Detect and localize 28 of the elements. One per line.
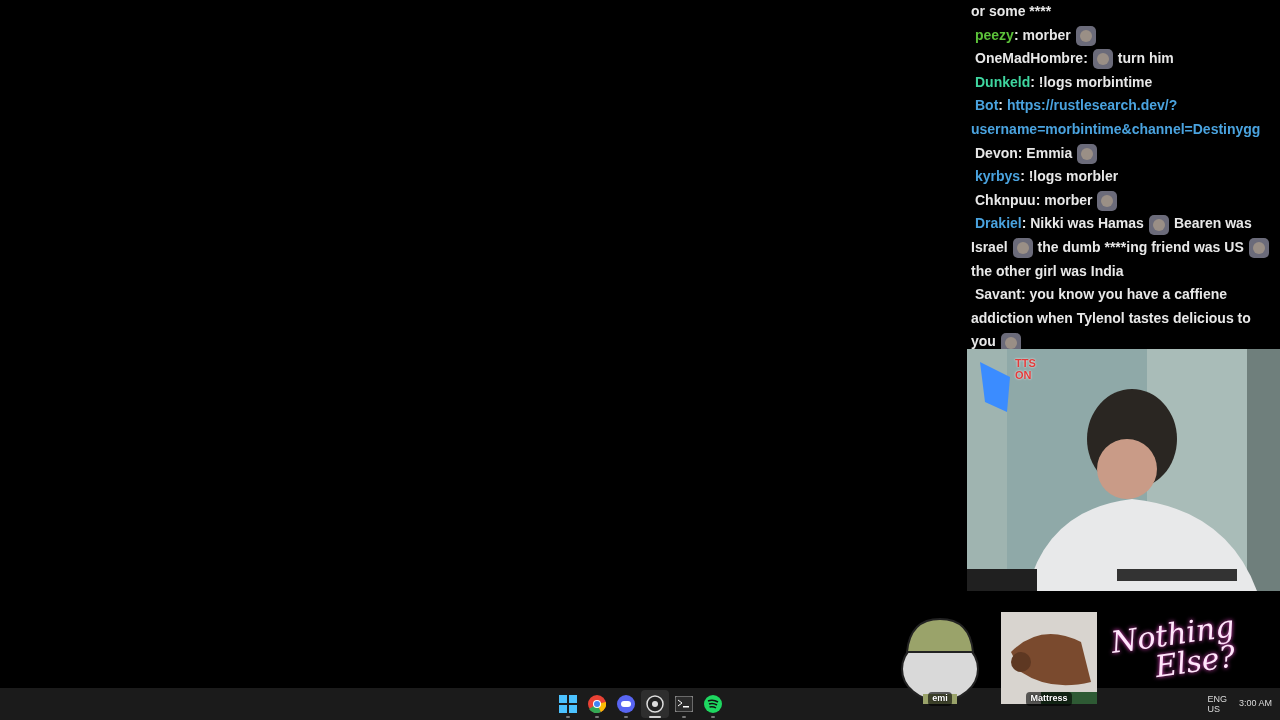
music-icon[interactable] <box>703 695 722 713</box>
chat-message: or some **** <box>970 2 1053 21</box>
clock-text[interactable]: 3:00 AM <box>1238 697 1272 711</box>
emote-icon <box>1147 213 1170 236</box>
chat-message: Drakiel: Nikki was Hamas Bearen was Israel the dumb ****ing friend was US the other girl was India <box>967 212 1280 284</box>
terminal-icon[interactable] <box>674 696 693 712</box>
chat-message: Chknpuu: morber <box>967 188 1280 213</box>
chat-message: Devon: Emmia <box>967 141 1280 166</box>
chat-message: OneMadHombre: turn him <box>967 47 1280 71</box>
emote-icon <box>1091 48 1114 71</box>
emote-icon <box>1247 237 1270 260</box>
region-text[interactable]: US <box>1207 704 1227 714</box>
emote-icon <box>1076 142 1099 165</box>
chat-message: Bot: https://rustlesearch.dev/?username=morbintime&channel=Destinygg <box>970 96 1262 139</box>
chat-message: Dunkeld: !logs morbintime <box>974 72 1154 92</box>
overlay-label: Mattress <box>1026 692 1072 706</box>
overlay-label: emi <box>928 692 952 706</box>
browser-icon[interactable] <box>587 695 606 713</box>
language-text[interactable]: ENG <box>1207 694 1227 704</box>
tts-label: TTS ON <box>1015 357 1037 381</box>
record-icon[interactable] <box>645 695 664 713</box>
chat-message: peezy: morber <box>967 23 1280 48</box>
emote-icon <box>999 331 1022 349</box>
windows-icon[interactable] <box>558 695 577 713</box>
chat-message: kyrbys: !logs morbler <box>974 167 1120 187</box>
emote-icon <box>1074 24 1097 47</box>
emote-icon <box>1011 237 1034 260</box>
emote-icon <box>1096 190 1119 213</box>
